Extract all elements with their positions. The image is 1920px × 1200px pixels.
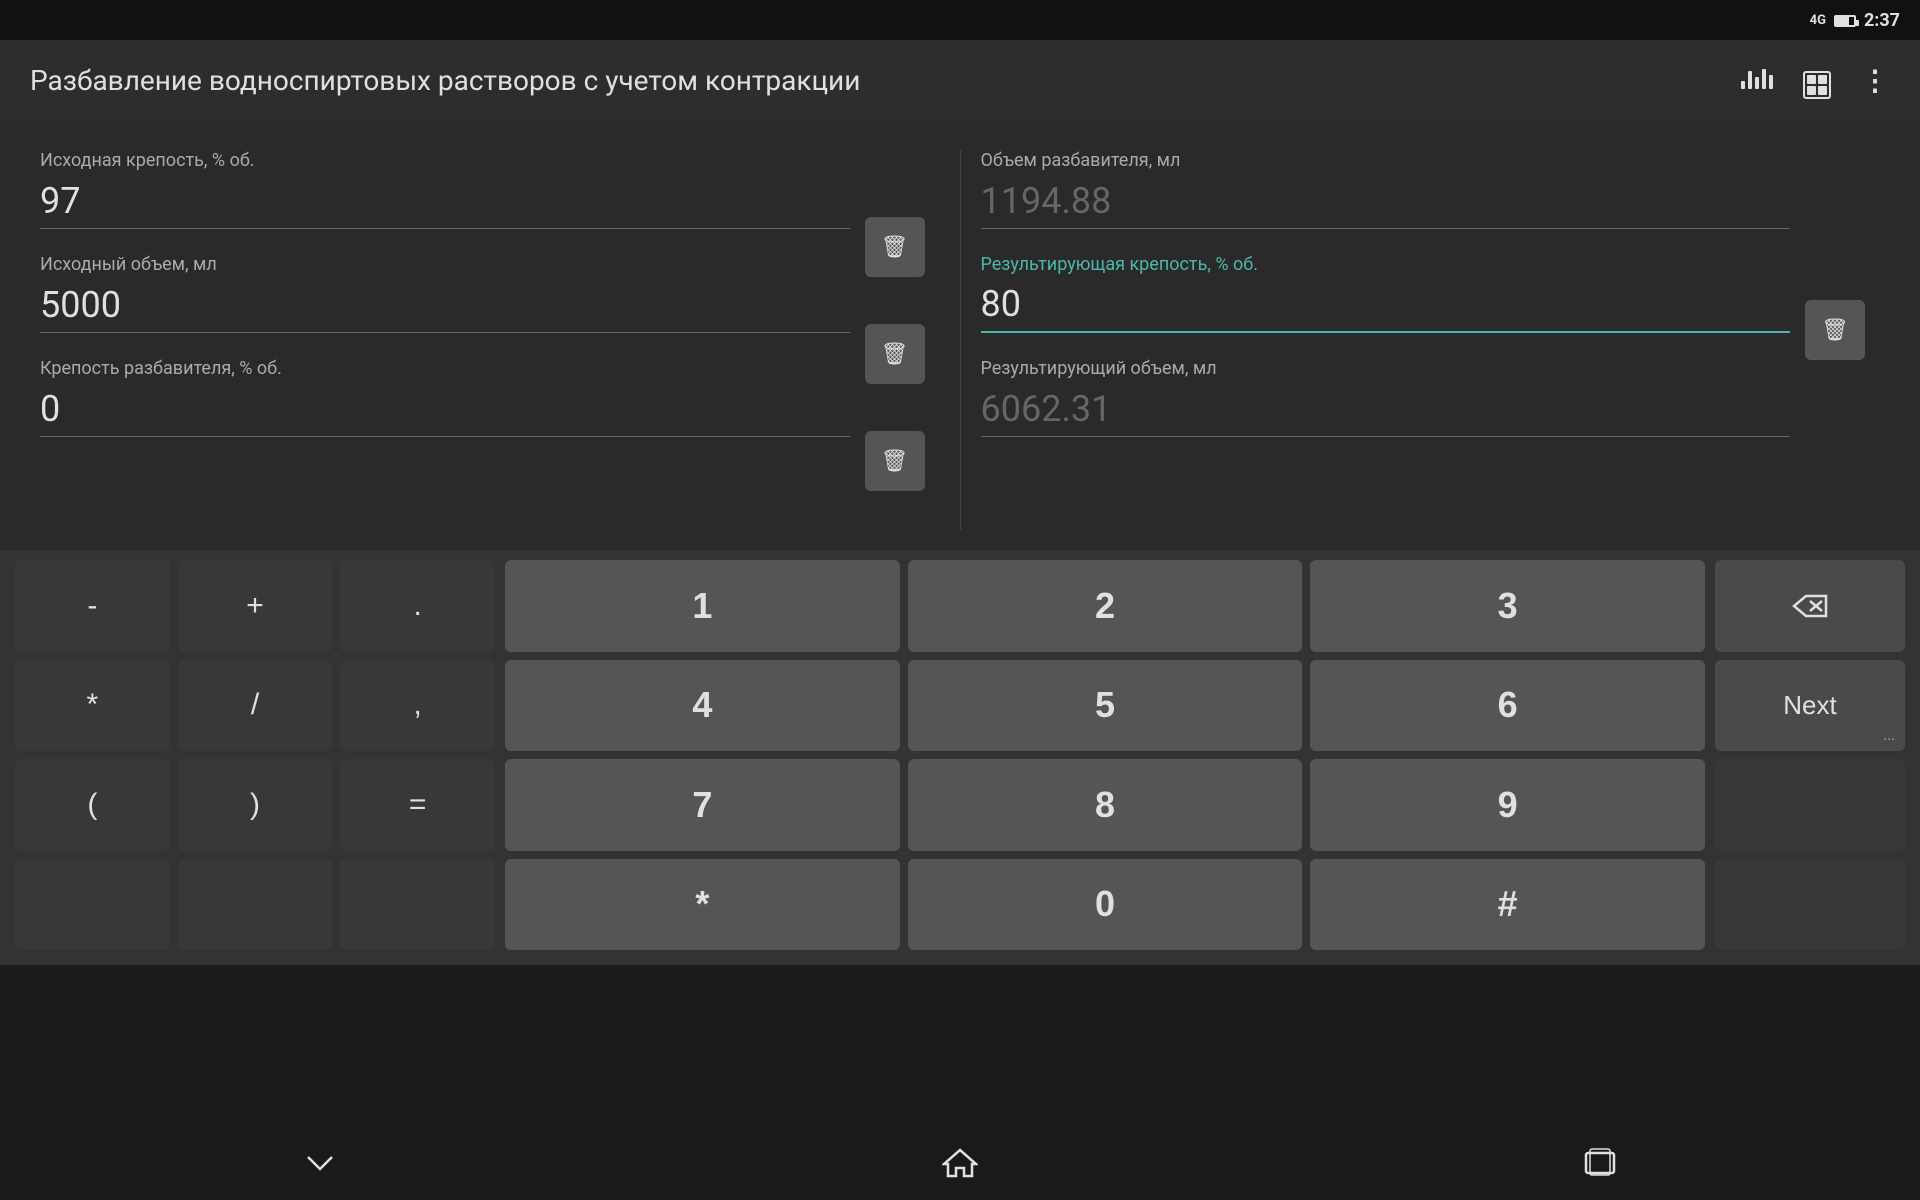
right-section: Объем разбавителя, мл 1194.88 Результиру… (981, 150, 1881, 530)
recents-icon (1582, 1147, 1618, 1177)
right-fields: Объем разбавителя, мл 1194.88 Результиру… (981, 150, 1791, 530)
result-volume-value: 6062.31 (981, 387, 1791, 437)
trash-icon-2: 🗑 (880, 339, 910, 369)
battery-icon (1834, 11, 1856, 30)
delete-initial-volume-button[interactable]: 🗑 (865, 324, 925, 384)
left-fields: Исходная крепость, % об. 97 Исходный объ… (40, 150, 850, 530)
diluent-strength-value[interactable]: 0 (40, 387, 850, 437)
symbol-row-4 (15, 859, 495, 951)
initial-volume-group: Исходный объем, мл 5000 (40, 254, 850, 333)
diluent-volume-label: Объем разбавителя, мл (981, 150, 1791, 171)
status-bar: 4G 2:37 (0, 0, 1920, 40)
home-button[interactable] (942, 1146, 978, 1185)
key-1[interactable]: 1 (505, 560, 900, 652)
key-open-paren[interactable]: ( (15, 759, 170, 851)
back-icon (302, 1153, 338, 1173)
number-row-2: 4 5 6 (505, 660, 1705, 752)
action-spacer-1 (1715, 759, 1905, 851)
column-separator (960, 150, 961, 530)
key-spacer-2 (178, 859, 333, 951)
app-title: Разбавление водноспиртовых растворов с у… (30, 64, 1721, 97)
key-2[interactable]: 2 (908, 560, 1303, 652)
key-plus[interactable]: + (178, 560, 333, 652)
delete-result-strength-button[interactable]: 🗑 (1805, 300, 1865, 360)
initial-strength-group: Исходная крепость, % об. 97 (40, 150, 850, 229)
backspace-icon (1792, 592, 1828, 620)
home-icon (942, 1146, 978, 1178)
left-delete-column: 🗑 🗑 🗑 (850, 150, 940, 530)
diluent-volume-value: 1194.88 (981, 179, 1791, 229)
key-0[interactable]: 0 (908, 859, 1303, 951)
more-options-icon[interactable]: ⋮ (1861, 64, 1890, 97)
key-7[interactable]: 7 (505, 759, 900, 851)
dots-label: ... (1883, 727, 1895, 743)
key-dot[interactable]: . (340, 560, 495, 652)
calculator-icon[interactable] (1803, 62, 1831, 99)
key-spacer-3 (340, 859, 495, 951)
equalizer-icon[interactable] (1741, 65, 1773, 95)
number-row-1: 1 2 3 (505, 560, 1705, 652)
key-star[interactable]: * (505, 859, 900, 951)
initial-strength-value[interactable]: 97 (40, 179, 850, 229)
next-label: Next (1783, 690, 1836, 721)
right-delete-column: 🗑 (1790, 150, 1880, 530)
initial-strength-label: Исходная крепость, % об. (40, 150, 850, 171)
number-row-3: 7 8 9 (505, 759, 1705, 851)
key-minus[interactable]: - (15, 560, 170, 652)
trash-icon-1: 🗑 (880, 232, 910, 262)
action-spacer-2 (1715, 859, 1905, 951)
left-section: Исходная крепость, % об. 97 Исходный объ… (40, 150, 940, 530)
trash-icon-3: 🗑 (880, 446, 910, 476)
diluent-strength-label: Крепость разбавителя, % об. (40, 358, 850, 379)
key-3[interactable]: 3 (1310, 560, 1705, 652)
back-button[interactable] (302, 1150, 338, 1180)
initial-volume-value[interactable]: 5000 (40, 283, 850, 333)
symbol-keys: - + . * / , ( ) = (15, 560, 495, 950)
recents-button[interactable] (1582, 1147, 1618, 1184)
app-bar: Разбавление водноспиртовых растворов с у… (0, 40, 1920, 120)
key-slash[interactable]: / (178, 660, 333, 752)
clock: 2:37 (1864, 10, 1900, 31)
action-keys: Next ... (1715, 560, 1905, 950)
delete-diluent-strength-button[interactable]: 🗑 (865, 431, 925, 491)
symbol-row-2: * / , (15, 660, 495, 752)
key-comma[interactable]: , (340, 660, 495, 752)
key-close-paren[interactable]: ) (178, 759, 333, 851)
diluent-strength-group: Крепость разбавителя, % об. 0 (40, 358, 850, 437)
initial-volume-label: Исходный объем, мл (40, 254, 850, 275)
bottom-nav (0, 1130, 1920, 1200)
key-9[interactable]: 9 (1310, 759, 1705, 851)
key-hash[interactable]: # (1310, 859, 1705, 951)
key-8[interactable]: 8 (908, 759, 1303, 851)
key-6[interactable]: 6 (1310, 660, 1705, 752)
trash-icon-4: 🗑 (1820, 315, 1850, 345)
delete-initial-strength-button[interactable]: 🗑 (865, 217, 925, 277)
result-strength-group: Результирующая крепость, % об. 80 (981, 254, 1791, 333)
number-keys: 1 2 3 4 5 6 7 8 9 * 0 # (505, 560, 1705, 950)
result-strength-value[interactable]: 80 (981, 283, 1791, 333)
result-volume-group: Результирующий объем, мл 6062.31 (981, 358, 1791, 437)
backspace-button[interactable] (1715, 560, 1905, 652)
result-strength-label: Результирующая крепость, % об. (981, 254, 1791, 275)
key-spacer-1 (15, 859, 170, 951)
number-row-4: * 0 # (505, 859, 1705, 951)
key-equals[interactable]: = (340, 759, 495, 851)
key-asterisk[interactable]: * (15, 660, 170, 752)
main-content: Исходная крепость, % об. 97 Исходный объ… (0, 120, 1920, 550)
app-bar-icons: ⋮ (1741, 62, 1890, 99)
diluent-volume-group: Объем разбавителя, мл 1194.88 (981, 150, 1791, 229)
signal-indicator: 4G (1810, 13, 1826, 28)
key-4[interactable]: 4 (505, 660, 900, 752)
result-volume-label: Результирующий объем, мл (981, 358, 1791, 379)
symbol-row-1: - + . (15, 560, 495, 652)
next-button[interactable]: Next ... (1715, 660, 1905, 752)
keyboard: - + . * / , ( ) = 1 2 3 (0, 550, 1920, 965)
key-5[interactable]: 5 (908, 660, 1303, 752)
symbol-row-3: ( ) = (15, 759, 495, 851)
